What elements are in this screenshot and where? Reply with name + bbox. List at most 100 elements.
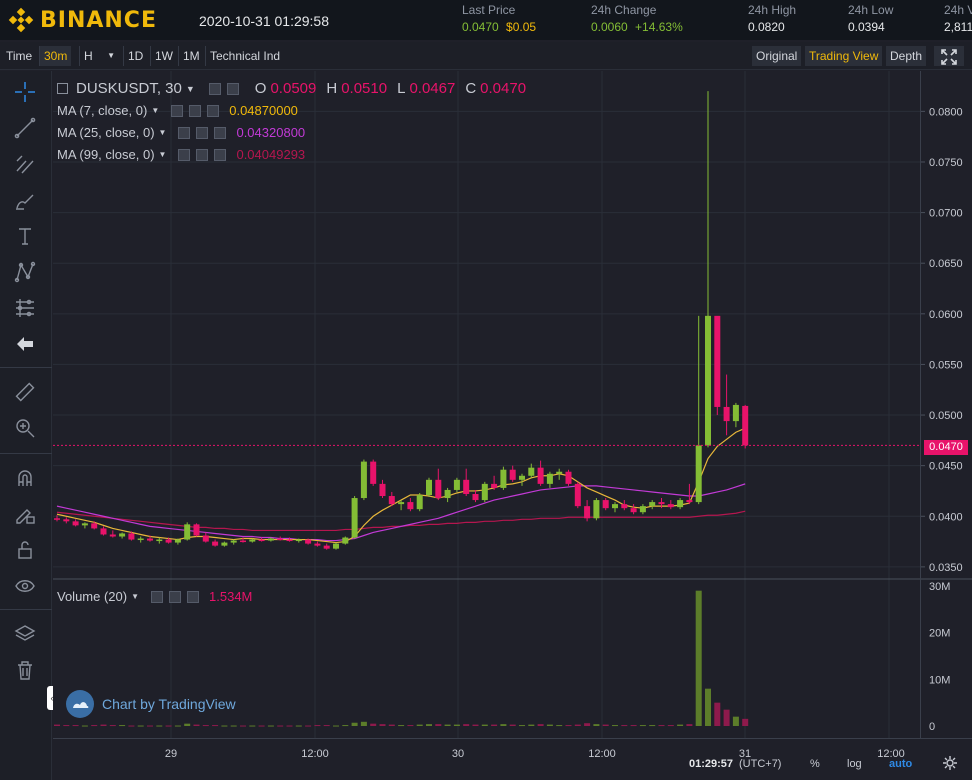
settings-icon[interactable] bbox=[169, 590, 182, 603]
layers-tool[interactable] bbox=[12, 621, 38, 647]
ohlc-open-value: 0.0509 bbox=[270, 80, 317, 97]
tradingview-credit[interactable]: Chart by TradingView bbox=[66, 690, 236, 718]
zoom-tool[interactable] bbox=[12, 415, 38, 441]
volume-bar bbox=[109, 725, 116, 727]
candle-body bbox=[277, 538, 284, 541]
time-axis-bar[interactable] bbox=[53, 738, 972, 780]
text-tool[interactable] bbox=[12, 223, 38, 249]
volume-bar bbox=[370, 723, 377, 726]
depth-button[interactable]: Depth bbox=[886, 46, 927, 66]
tradingview-credit-text: Chart by TradingView bbox=[102, 696, 236, 712]
ohlc-low-value: 0.0467 bbox=[409, 80, 456, 97]
candle-body bbox=[621, 504, 628, 509]
candle-body bbox=[546, 473, 553, 484]
footer-percent-toggle[interactable]: % bbox=[810, 758, 820, 770]
chevron-down-icon[interactable]: ▼ bbox=[159, 150, 167, 159]
interval-1d-button[interactable]: 1D bbox=[123, 46, 147, 66]
close-icon[interactable] bbox=[214, 148, 227, 161]
candle-body bbox=[602, 500, 609, 509]
unlock-icon bbox=[18, 541, 32, 559]
delete-drawings-tool[interactable] bbox=[12, 657, 38, 683]
ma7-label[interactable]: MA (7, close, 0) bbox=[57, 103, 147, 118]
candle-body bbox=[612, 504, 618, 509]
crosshair-tool[interactable] bbox=[12, 79, 38, 105]
layers-icon bbox=[14, 625, 36, 641]
stat-24h-low-value: 0.0394 bbox=[848, 20, 885, 34]
volume-tick-label: 0 bbox=[929, 721, 935, 733]
interval-1m-button[interactable]: 1M bbox=[178, 46, 204, 66]
lock-drawing-tool[interactable] bbox=[12, 501, 38, 527]
brush-tool[interactable] bbox=[12, 187, 38, 213]
candlestick-chart[interactable] bbox=[53, 71, 920, 738]
volume-bar bbox=[63, 725, 70, 727]
volume-bar bbox=[184, 723, 191, 726]
interval-h-dropdown[interactable]: H ▼ bbox=[79, 46, 119, 66]
eye-toggle-icon[interactable] bbox=[151, 590, 164, 603]
candle-body bbox=[100, 528, 107, 535]
chevron-down-icon[interactable]: ▼ bbox=[151, 106, 159, 115]
candle-body bbox=[639, 506, 646, 513]
time-button[interactable]: Time bbox=[2, 46, 36, 66]
settings-icon[interactable] bbox=[196, 148, 209, 161]
rail-divider bbox=[0, 609, 52, 610]
binance-logo[interactable]: BINANCE bbox=[8, 7, 157, 33]
candle-body bbox=[333, 543, 339, 549]
tradingview-button[interactable]: Trading View bbox=[805, 46, 883, 66]
ohlc-high-label: H bbox=[326, 80, 338, 97]
footer-timezone[interactable]: (UTC+7) bbox=[739, 758, 781, 770]
volume-label[interactable]: Volume (20) bbox=[57, 589, 127, 604]
chart-area[interactable] bbox=[53, 71, 920, 738]
chevron-down-icon[interactable]: ▼ bbox=[159, 128, 167, 137]
close-icon[interactable] bbox=[207, 104, 220, 117]
candle-body bbox=[81, 523, 88, 526]
prediction-tool[interactable] bbox=[12, 295, 38, 321]
close-icon[interactable] bbox=[214, 126, 227, 139]
ma25-label[interactable]: MA (25, close, 0) bbox=[57, 125, 155, 140]
ma99-label[interactable]: MA (99, close, 0) bbox=[57, 147, 155, 162]
price-tick-label: 0.0400 bbox=[929, 511, 963, 523]
footer-log-toggle[interactable]: log bbox=[847, 758, 862, 770]
eye-toggle-icon[interactable] bbox=[171, 104, 184, 117]
visibility-tool[interactable] bbox=[12, 573, 38, 599]
candle-body bbox=[584, 506, 591, 519]
chevron-down-icon[interactable]: ▼ bbox=[131, 592, 139, 601]
pattern-tool[interactable] bbox=[12, 259, 38, 285]
fullscreen-button[interactable] bbox=[934, 46, 964, 66]
pattern-icon bbox=[14, 261, 36, 283]
eye-toggle-icon[interactable] bbox=[178, 126, 191, 139]
price-tick-label: 0.0500 bbox=[929, 410, 963, 422]
fib-tool[interactable] bbox=[12, 151, 38, 177]
back-arrow-tool[interactable] bbox=[12, 331, 38, 357]
chevron-down-icon[interactable]: ▼ bbox=[186, 84, 195, 94]
technical-indicators-button[interactable]: Technical Ind bbox=[205, 46, 284, 66]
eye-toggle-icon[interactable] bbox=[178, 148, 191, 161]
original-view-button[interactable]: Original bbox=[752, 46, 802, 66]
settings-icon[interactable] bbox=[226, 82, 239, 95]
volume-bar bbox=[379, 724, 386, 726]
eye-toggle-icon[interactable] bbox=[208, 82, 221, 95]
candle-body bbox=[184, 524, 191, 540]
volume-bar bbox=[165, 725, 172, 727]
price-tick-label: 0.0450 bbox=[929, 461, 963, 473]
symbol-name[interactable]: DUSKUSDT, 30 bbox=[76, 80, 182, 97]
ma25-value: 0.04320800 bbox=[236, 125, 306, 140]
candle-body bbox=[267, 538, 274, 541]
zoom-in-icon bbox=[16, 419, 35, 438]
chart-settings-button[interactable] bbox=[942, 755, 958, 774]
footer-auto-toggle[interactable]: auto bbox=[889, 758, 912, 770]
interval-30m-button[interactable]: 30m bbox=[39, 46, 72, 66]
unlock-tool[interactable] bbox=[12, 537, 38, 563]
settings-icon[interactable] bbox=[189, 104, 202, 117]
trendline-tool[interactable] bbox=[12, 115, 38, 141]
close-icon[interactable] bbox=[187, 590, 200, 603]
price-axis[interactable]: 0.0800 0.0750 0.0700 0.0650 0.0600 0.0550 0.05… bbox=[920, 71, 972, 738]
stat-24h-high: 24h High 0.0820 bbox=[748, 3, 796, 34]
magnet-tool[interactable] bbox=[12, 465, 38, 491]
interval-1w-button[interactable]: 1W bbox=[150, 46, 177, 66]
settings-icon[interactable] bbox=[196, 126, 209, 139]
volume-bar bbox=[491, 724, 498, 726]
measure-tool[interactable] bbox=[12, 379, 38, 405]
candle-body bbox=[537, 467, 544, 484]
collapse-legend-icon[interactable] bbox=[57, 83, 68, 94]
volume-bar bbox=[649, 725, 656, 727]
